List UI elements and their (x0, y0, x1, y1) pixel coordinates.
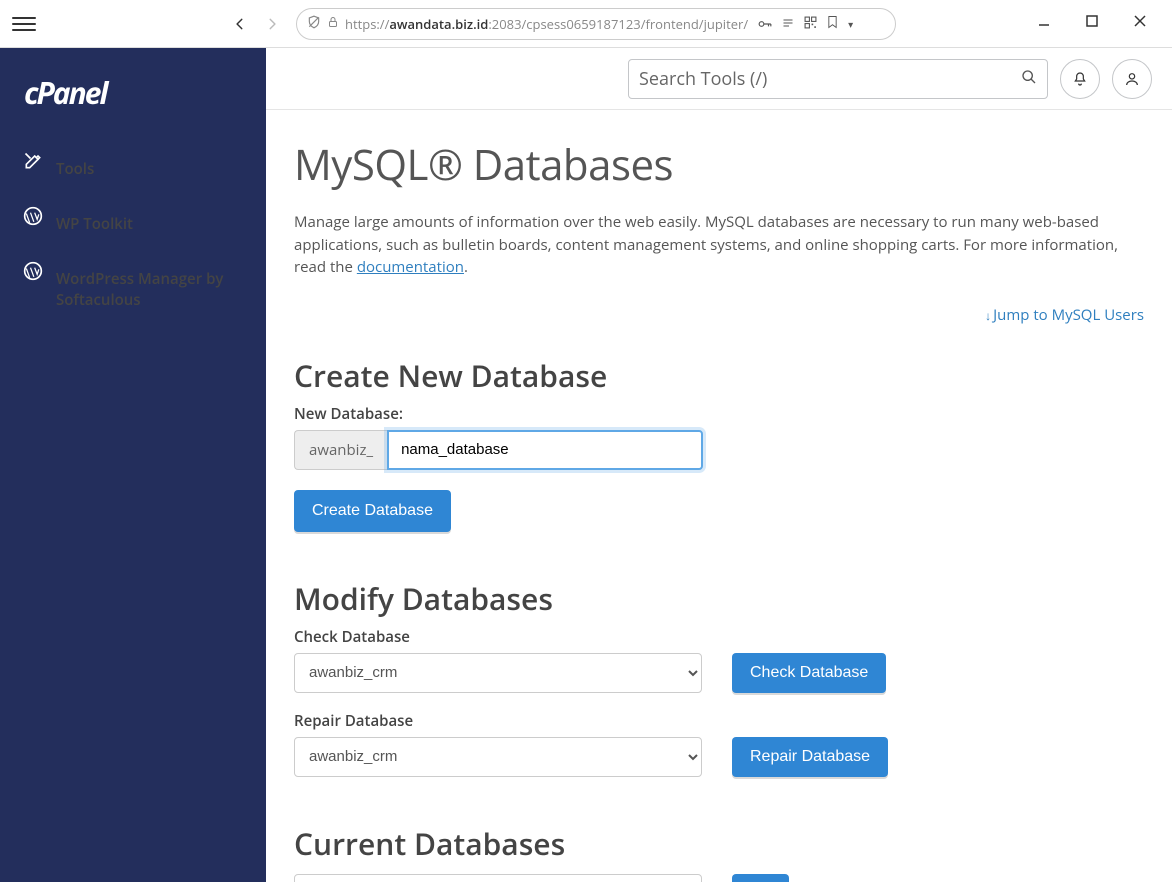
bell-icon (1072, 71, 1088, 87)
window-controls (1036, 14, 1160, 33)
modify-db-heading: Modify Databases (294, 578, 1144, 619)
sidebar-item-tools[interactable]: Tools (0, 141, 266, 196)
tools-icon (22, 151, 44, 177)
modify-db-section: Modify Databases Check Database awanbiz_… (294, 578, 1144, 777)
forward-button[interactable] (256, 8, 288, 40)
search-tools-input[interactable]: Search Tools (/) (628, 59, 1048, 99)
shield-icon (307, 15, 321, 33)
documentation-link[interactable]: documentation (357, 257, 464, 277)
jump-to-users[interactable]: ↓Jump to MySQL Users (294, 305, 1144, 325)
page-title: MySQL® Databases (294, 136, 1144, 193)
check-db-label: Check Database (294, 627, 1144, 647)
account-button[interactable] (1112, 59, 1152, 99)
address-bar-icons: ▾ (758, 15, 853, 33)
browser-chrome: https://awandata.biz.id:2083/cpsess06591… (0, 0, 1172, 48)
db-prefix: awanbiz_ (294, 430, 387, 470)
qr-icon[interactable] (804, 15, 817, 33)
sidebar-item-label: Tools (56, 159, 94, 180)
page-description: Manage large amounts of information over… (294, 211, 1144, 279)
search-placeholder: Search Tools (/) (639, 67, 767, 91)
minimize-button[interactable] (1036, 14, 1052, 33)
create-db-button[interactable]: Create Database (294, 490, 451, 532)
address-bar[interactable]: https://awandata.biz.id:2083/cpsess06591… (296, 8, 896, 40)
close-button[interactable] (1132, 14, 1148, 33)
check-db-select[interactable]: awanbiz_crm (294, 653, 702, 693)
sidebar-item-wpmanager[interactable]: WordPress Manager by Softaculous (0, 251, 266, 327)
current-db-heading: Current Databases (294, 823, 1144, 864)
notifications-button[interactable] (1060, 59, 1100, 99)
key-icon[interactable] (758, 15, 772, 33)
back-button[interactable] (224, 8, 256, 40)
chevron-down-icon[interactable]: ▾ (848, 17, 853, 31)
arrow-down-icon: ↓ (985, 307, 991, 324)
cpanel-logo: cPanel (0, 68, 266, 141)
url-text: https://awandata.biz.id:2083/cpsess06591… (345, 15, 748, 33)
current-db-go-button[interactable]: Go (732, 874, 789, 882)
sidebar: cPanel Tools WP Toolkit WordPress Manage… (0, 48, 266, 882)
lock-icon (327, 15, 339, 32)
current-db-section: Current Databases Go (294, 823, 1144, 882)
menu-icon[interactable] (12, 12, 36, 36)
new-db-input[interactable] (387, 430, 703, 470)
topbar: Search Tools (/) (266, 48, 1172, 110)
check-db-button[interactable]: Check Database (732, 653, 886, 693)
user-icon (1124, 71, 1140, 87)
create-db-heading: Create New Database (294, 355, 1144, 396)
main-area: Search Tools (/) MySQL® Databases Manage… (266, 48, 1172, 882)
maximize-button[interactable] (1084, 14, 1100, 33)
app: cPanel Tools WP Toolkit WordPress Manage… (0, 48, 1172, 882)
new-db-input-row: awanbiz_ (294, 430, 1144, 470)
chevron-right-icon (265, 17, 279, 31)
search-icon (1021, 67, 1037, 91)
sidebar-item-label: WP Toolkit (56, 214, 133, 235)
wordpress-icon (22, 261, 44, 287)
create-db-section: Create New Database New Database: awanbi… (294, 355, 1144, 532)
bookmark-icon[interactable] (827, 15, 838, 33)
sidebar-item-label: WordPress Manager by Softaculous (56, 269, 244, 311)
reader-icon[interactable] (782, 15, 794, 33)
repair-db-select[interactable]: awanbiz_crm (294, 737, 702, 777)
content: MySQL® Databases Manage large amounts of… (266, 110, 1172, 882)
current-db-search[interactable] (294, 874, 702, 882)
repair-db-button[interactable]: Repair Database (732, 737, 888, 777)
wordpress-icon (22, 206, 44, 232)
repair-db-label: Repair Database (294, 711, 1144, 731)
sidebar-item-wptoolkit[interactable]: WP Toolkit (0, 196, 266, 251)
chevron-left-icon (233, 17, 247, 31)
nav-arrows (224, 8, 288, 40)
new-db-label: New Database: (294, 404, 1144, 424)
